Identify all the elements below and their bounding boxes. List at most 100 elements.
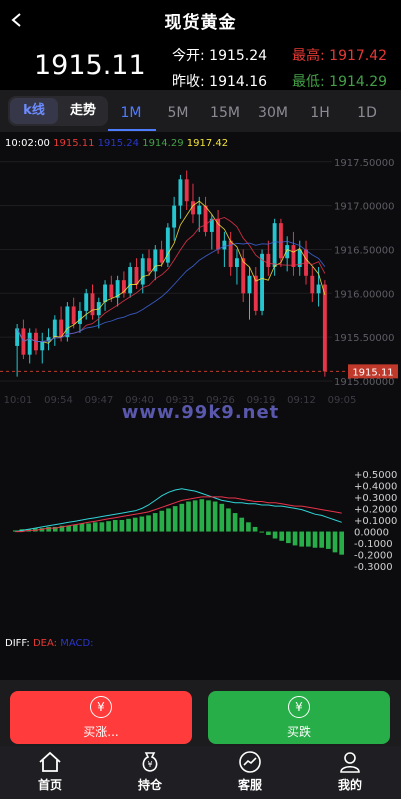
candle — [203, 205, 208, 232]
prev-close-value: 1914.16 — [209, 74, 268, 90]
macd-bar — [259, 531, 265, 533]
nav-service[interactable]: 客服 — [220, 746, 280, 793]
candle — [128, 267, 133, 294]
candle — [291, 245, 296, 267]
macd-bar — [79, 523, 85, 532]
macd-bar — [192, 500, 198, 532]
candle — [159, 249, 164, 263]
tab-1d[interactable]: 1D — [344, 105, 390, 121]
macd-bar — [146, 515, 151, 532]
money-bag-icon: ¥ — [142, 752, 158, 772]
candle — [247, 275, 252, 294]
candle — [65, 306, 70, 338]
nav-mine[interactable]: 我的 — [320, 746, 380, 793]
svg-text:¥: ¥ — [147, 760, 152, 769]
tab-1m[interactable]: 1M — [108, 105, 154, 121]
candle — [71, 306, 76, 324]
candlestick-chart[interactable]: 1917.50000 1917.00000 1916.50000 1916.00000… — [0, 145, 401, 405]
prev-close-label: 昨收: — [172, 74, 205, 90]
macd-bar — [292, 531, 298, 546]
macd-bar — [132, 517, 138, 532]
macd-bar — [199, 499, 205, 532]
candle — [52, 319, 57, 338]
tab-1h[interactable]: 1H — [297, 105, 343, 121]
macd-bar — [179, 503, 185, 532]
candle — [241, 258, 246, 294]
high-stat: 最高: 1917.42 — [292, 45, 387, 65]
macd-y-tick-label: +0.1000 — [354, 516, 397, 527]
page-title: 现货黄金 — [164, 13, 237, 33]
tab-kline[interactable]: k线 — [10, 98, 58, 124]
macd-bar — [86, 523, 91, 532]
open-label: 今开: — [172, 48, 205, 64]
buy-down-button[interactable]: ¥ 买跌 — [208, 691, 390, 744]
nav-positions[interactable]: ¥ 持仓 — [120, 746, 180, 793]
macd-bar — [226, 508, 231, 532]
macd-chart[interactable]: +0.5000+0.4000+0.3000+0.2000+0.10000.000… — [0, 460, 401, 580]
macd-y-tick-label: +0.4000 — [354, 481, 397, 492]
candle — [40, 341, 45, 351]
macd-bar — [306, 531, 311, 547]
candle — [197, 205, 202, 215]
chart-circle-icon — [239, 751, 261, 773]
prev-close-stat: 昨收: 1914.16 — [172, 71, 267, 91]
macd-bar — [339, 531, 345, 555]
macd-bar — [299, 531, 305, 547]
macd-bar — [332, 531, 338, 553]
watermark: www.99k9.net — [121, 402, 280, 423]
macd-bar — [272, 531, 278, 539]
candle — [27, 332, 32, 355]
yen-icon: ¥ — [288, 696, 310, 718]
nav-home[interactable]: 首页 — [20, 746, 80, 793]
nav-service-label: 客服 — [237, 778, 262, 792]
macd-bar — [72, 524, 78, 532]
macd-bar — [66, 525, 71, 532]
candle — [178, 179, 183, 206]
tab-15m[interactable]: 15M — [202, 105, 248, 121]
macd-legend: DIFF: DEA: MACD: — [5, 638, 94, 649]
macd-bar — [266, 531, 271, 536]
macd-bar — [99, 522, 105, 532]
y-tick-label: 1916.00000 — [334, 289, 394, 300]
macd-bar — [92, 522, 98, 532]
tab-30m[interactable]: 30M — [250, 105, 296, 121]
bottom-nav: 首页 ¥ 持仓 客服 我的 — [0, 746, 401, 799]
candle — [278, 223, 283, 259]
macd-bar — [246, 522, 251, 532]
macd-y-tick-label: 0.0000 — [354, 528, 389, 539]
macd-bar — [319, 531, 325, 548]
candle — [103, 284, 108, 303]
macd-label: MACD: — [60, 638, 94, 649]
low-value: 1914.29 — [329, 74, 388, 90]
macd-signal-line — [15, 496, 342, 533]
chart-mode-toggle: k线 走势 — [8, 96, 108, 126]
macd-bar — [159, 510, 165, 532]
buy-down-label: 买跌 — [286, 725, 311, 739]
candle — [184, 179, 189, 202]
active-tab-underline — [108, 129, 156, 131]
quote-header: 现货黄金 1915.11 今开: 1915.24 最高: 1917.42 昨收:… — [0, 0, 401, 90]
low-stat: 最低: 1914.29 — [292, 71, 387, 91]
tab-5m[interactable]: 5M — [155, 105, 201, 121]
macd-bar — [152, 513, 158, 532]
candle — [77, 310, 82, 324]
buy-up-button[interactable]: ¥ 买涨... — [10, 691, 192, 744]
macd-bar — [212, 501, 218, 532]
high-value: 1917.42 — [329, 48, 388, 64]
high-label: 最高: — [292, 48, 325, 64]
moving-average-line — [16, 200, 326, 344]
moving-average-line — [16, 217, 326, 343]
candle — [59, 319, 64, 338]
candle — [147, 258, 151, 272]
macd-bar — [186, 501, 191, 532]
macd-bar — [139, 516, 145, 532]
macd-bar — [206, 500, 211, 532]
candle — [234, 258, 239, 267]
open-value: 1915.24 — [209, 48, 268, 64]
tab-trend[interactable]: 走势 — [60, 98, 106, 124]
candle — [322, 284, 327, 372]
user-icon — [340, 752, 360, 773]
buy-up-label: 买涨... — [83, 725, 119, 739]
macd-signal-line — [15, 488, 342, 533]
current-price-label: 1915.11 — [352, 367, 393, 378]
